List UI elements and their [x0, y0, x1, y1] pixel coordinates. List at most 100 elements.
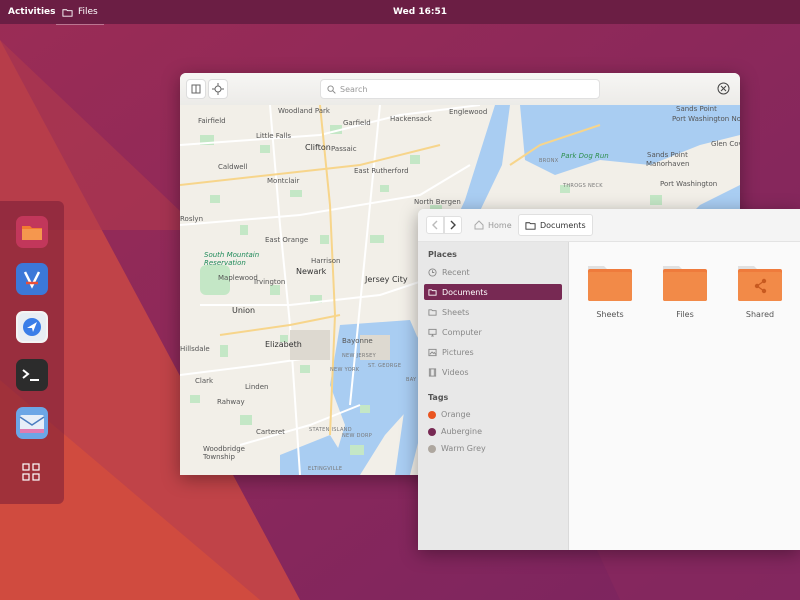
sidebar-item-label: Pictures: [442, 347, 474, 357]
map-label: Little Falls: [256, 132, 292, 140]
chevron-right-icon: [450, 220, 456, 230]
breadcrumb-current[interactable]: Documents: [518, 214, 593, 236]
sidebar-item-label: Documents: [442, 287, 488, 297]
tag-label: Orange: [441, 410, 471, 419]
tag-warm-grey[interactable]: Warm Grey: [428, 444, 486, 453]
map-label: Clark: [195, 377, 214, 385]
close-icon[interactable]: [717, 82, 730, 95]
film-icon: [428, 367, 437, 377]
dock: [0, 201, 64, 504]
map-label: Jersey City: [365, 275, 408, 284]
crosshair-icon: [212, 83, 224, 95]
sidebar-item-pictures[interactable]: Pictures: [424, 344, 562, 360]
files-header: Home Documents: [418, 209, 800, 242]
tag-color-dot: [428, 427, 436, 436]
search-input[interactable]: Search: [320, 79, 600, 99]
dock-files[interactable]: [16, 216, 48, 248]
folder-item-sheets[interactable]: Sheets: [585, 262, 635, 319]
map-layers-icon: [191, 84, 201, 94]
dock-maps[interactable]: [16, 311, 48, 343]
sidebar-section-places: Places: [428, 250, 457, 259]
map-label: Woodbridge Township: [203, 445, 245, 461]
tag-color-dot: [428, 410, 436, 419]
navigation-icon: [16, 311, 48, 343]
sidebar: Places Recent Documents Sheets Computer …: [418, 242, 569, 550]
map-label: Glen Cove: [711, 140, 740, 148]
folder-icon: [588, 266, 632, 301]
back-button[interactable]: [426, 216, 444, 234]
locate-button[interactable]: [208, 79, 228, 99]
dock-mail[interactable]: [16, 407, 48, 439]
map-label: Montclair: [267, 177, 300, 185]
clock-icon: [428, 267, 437, 277]
map-label: Woodland Park: [278, 107, 330, 115]
image-icon: [428, 348, 437, 356]
folder-item-shared[interactable]: Shared: [735, 262, 785, 319]
map-label: NEW JERSEY: [342, 353, 376, 359]
tag-aubergine[interactable]: Aubergine: [428, 427, 482, 436]
dock-terminal[interactable]: [16, 359, 48, 391]
map-label: Rahway: [217, 398, 245, 406]
folder-label: Sheets: [596, 310, 624, 319]
maps-header: Search: [180, 73, 740, 105]
map-label: ELTINGVILLE: [308, 466, 343, 472]
folder-app-icon: [16, 216, 48, 248]
map-label: NEW YORK: [330, 367, 360, 373]
search-placeholder: Search: [340, 84, 368, 94]
shared-folder-icon: [738, 266, 782, 301]
breadcrumb-home[interactable]: Home: [474, 216, 512, 234]
map-label: BAY: [406, 377, 417, 383]
map-label: Linden: [245, 383, 269, 391]
mail-icon: [16, 407, 48, 439]
sidebar-item-videos[interactable]: Videos: [424, 364, 562, 380]
sidebar-item-sheets[interactable]: Sheets: [424, 304, 562, 320]
sidebar-item-label: Recent: [442, 267, 470, 277]
tag-orange[interactable]: Orange: [428, 410, 471, 419]
sidebar-item-computer[interactable]: Computer: [424, 324, 562, 340]
sidebar-item-documents[interactable]: Documents: [424, 284, 562, 300]
grid-icon[interactable]: [22, 463, 40, 481]
tag-label: Warm Grey: [441, 444, 486, 453]
map-label: THROGS NECK: [563, 183, 603, 189]
clock[interactable]: Wed 16:51: [0, 7, 800, 17]
map-label: Maplewood: [218, 274, 258, 282]
sidebar-item-label: Sheets: [442, 307, 470, 317]
map-label: Port Washington: [660, 180, 718, 188]
home-icon: [474, 220, 484, 230]
sidebar-item-recent[interactable]: Recent: [424, 264, 562, 280]
search-icon: [327, 84, 336, 94]
monitor-icon: [428, 328, 437, 337]
forward-button[interactable]: [444, 216, 462, 234]
map-label: Park Dog Run: [561, 152, 609, 160]
map-label: Sands Point: [647, 151, 688, 159]
sidebar-item-label: Videos: [442, 367, 469, 377]
tag-color-dot: [428, 444, 436, 453]
folder-icon: [428, 308, 437, 316]
map-label: Garfield: [343, 119, 371, 127]
map-label: Fairfield: [198, 117, 226, 125]
terminal-icon: [16, 359, 48, 391]
map-label: Carteret: [256, 428, 285, 436]
map-label: Passaic: [331, 145, 357, 153]
folder-item-files[interactable]: Files: [660, 262, 710, 319]
app-store-icon: [16, 263, 48, 295]
layers-button[interactable]: [186, 79, 206, 99]
map-label: Sands Point: [676, 105, 717, 113]
map-label: Irvington: [254, 278, 286, 286]
map-label: Port Washington North: [672, 115, 740, 123]
chevron-left-icon: [432, 220, 438, 230]
dock-app-center[interactable]: [16, 263, 48, 295]
sidebar-section-tags: Tags: [428, 393, 449, 402]
file-view: Sheets Files Shared: [569, 242, 800, 550]
tag-label: Aubergine: [441, 427, 482, 436]
sidebar-item-label: Computer: [442, 327, 482, 337]
map-label: South Mountain Reservation: [204, 251, 260, 267]
map-label: East Rutherford: [354, 167, 409, 175]
folder-icon: [428, 288, 437, 296]
map-label: Bayonne: [342, 337, 373, 345]
map-label: BRONX: [539, 158, 559, 164]
map-label: Caldwell: [218, 163, 248, 171]
map-label: Manorhaven: [646, 160, 690, 168]
map-label: Clifton: [305, 143, 331, 152]
map-label: Newark: [296, 267, 327, 276]
